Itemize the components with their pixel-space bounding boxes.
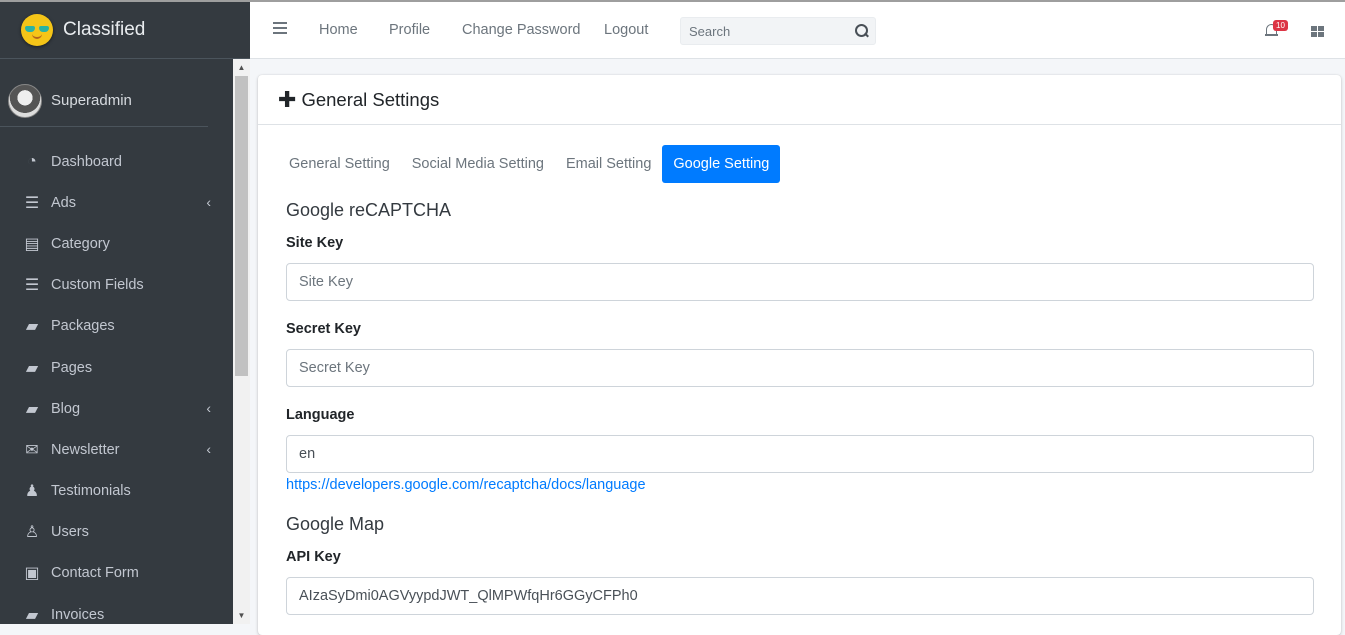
secret-key-input[interactable] bbox=[286, 349, 1314, 387]
search-input[interactable] bbox=[681, 18, 841, 44]
sidebar-item-label: Pages bbox=[51, 359, 93, 376]
bars-icon: ☰ bbox=[24, 194, 40, 212]
card-header: ✚ General Settings bbox=[258, 75, 1341, 125]
sidebar-scroll-area: Superadmin ◔ Dashboard ☰ Ads ‹ ▤ Category ☰ Cust… bbox=[0, 59, 233, 624]
list-icon: ▤ bbox=[24, 235, 40, 253]
sidebar-item-users[interactable]: ♙ Users bbox=[0, 512, 233, 553]
language-input[interactable] bbox=[286, 435, 1314, 473]
sidebar-item-label: Blog bbox=[51, 400, 81, 417]
sidebar-item-dashboard[interactable]: ◔ Dashboard bbox=[0, 141, 233, 182]
api-key-input[interactable] bbox=[286, 577, 1314, 615]
search-icon[interactable] bbox=[855, 24, 869, 38]
top-navbar: Home Profile Change Password Logout 10 bbox=[250, 2, 1345, 59]
google-map-section-title: Google Map bbox=[286, 514, 385, 534]
sidebar-item-custom-fields[interactable]: ☰ Custom Fields bbox=[0, 265, 233, 306]
sidebar-item-label: Ads bbox=[51, 194, 76, 211]
chevron-left-icon[interactable]: ‹ bbox=[206, 194, 211, 210]
sidebar-item-label: Testimonials bbox=[51, 483, 131, 500]
sidebar-item-label: Contact Form bbox=[51, 565, 139, 582]
envelope-icon: ✉ bbox=[25, 441, 39, 459]
sidebar-item-ads[interactable]: ☰ Ads ‹ bbox=[0, 182, 233, 223]
apps-grid-icon[interactable] bbox=[1311, 26, 1324, 37]
sidebar-item-category[interactable]: ▤ Category bbox=[0, 223, 233, 264]
brand-name: Classified bbox=[63, 19, 146, 40]
notification-badge: 10 bbox=[1273, 20, 1288, 31]
chevron-left-icon[interactable]: ‹ bbox=[206, 441, 211, 457]
menu-toggle-icon[interactable] bbox=[273, 22, 287, 34]
nav-logout-link[interactable]: Logout bbox=[604, 22, 648, 38]
sidebar-item-contact-form[interactable]: ▣ Contact Form bbox=[0, 553, 233, 594]
sidebar-item-newsletter[interactable]: ✉ Newsletter ‹ bbox=[0, 429, 233, 470]
sidebar-item-label: Invoices bbox=[51, 606, 105, 623]
dashboard-icon: ◔ bbox=[27, 152, 37, 170]
nav-profile-link[interactable]: Profile bbox=[389, 22, 430, 38]
sidebar-scrollbar[interactable]: ▲ ▼ bbox=[233, 59, 250, 624]
site-key-label: Site Key bbox=[286, 235, 344, 251]
user-icon: ♙ bbox=[24, 524, 40, 542]
nav-change-password-link[interactable]: Change Password bbox=[462, 22, 581, 38]
plus-icon: ✚ bbox=[278, 86, 297, 112]
settings-card: ✚ General Settings General Setting Socia… bbox=[258, 75, 1341, 635]
sidebar-nav: ◔ Dashboard ☰ Ads ‹ ▤ Category ☰ Custom Fields ▰ P… bbox=[0, 141, 233, 624]
brand-logo-icon bbox=[21, 14, 53, 46]
tab-email-setting[interactable]: Email Setting bbox=[555, 145, 662, 183]
scroll-up-arrow-icon[interactable]: ▲ bbox=[233, 59, 250, 76]
sidebar-item-blog[interactable]: ▰ Blog ‹ bbox=[0, 388, 233, 429]
site-key-input[interactable] bbox=[286, 263, 1314, 301]
book-icon: ▰ bbox=[25, 359, 39, 377]
sidebar-item-testimonials[interactable]: ♟ Testimonials bbox=[0, 471, 233, 512]
sidebar-item-invoices[interactable]: ▰ Invoices bbox=[0, 594, 233, 624]
sidebar-item-label: Packages bbox=[51, 318, 115, 335]
book-icon: ▰ bbox=[25, 606, 39, 624]
book-icon: ▰ bbox=[25, 400, 39, 418]
bars-icon: ☰ bbox=[24, 277, 40, 295]
search-box bbox=[680, 17, 876, 45]
chevron-left-icon[interactable]: ‹ bbox=[206, 400, 211, 416]
tab-social-media-setting[interactable]: Social Media Setting bbox=[401, 145, 555, 183]
sidebar-item-label: Newsletter bbox=[51, 441, 120, 458]
user-name: Superadmin bbox=[51, 92, 132, 109]
brand-link[interactable]: Classified bbox=[0, 2, 250, 59]
scroll-down-arrow-icon[interactable]: ▼ bbox=[233, 607, 250, 624]
sidebar-item-label: Custom Fields bbox=[51, 277, 144, 294]
sidebar-item-label: Users bbox=[51, 524, 89, 541]
tab-google-setting[interactable]: Google Setting bbox=[662, 145, 781, 183]
sidebar-item-packages[interactable]: ▰ Packages bbox=[0, 306, 233, 347]
avatar bbox=[8, 83, 42, 118]
language-docs-link[interactable]: https://developers.google.com/recaptcha/… bbox=[286, 477, 646, 493]
language-label: Language bbox=[286, 407, 355, 423]
book-icon: ▰ bbox=[25, 318, 39, 336]
nav-home-link[interactable]: Home bbox=[319, 22, 358, 38]
sidebar: Classified Superadmin ◔ Dashboard ☰ Ads ‹ ▤ Ca… bbox=[0, 2, 250, 624]
sidebar-item-pages[interactable]: ▰ Pages bbox=[0, 347, 233, 388]
user-panel[interactable]: Superadmin bbox=[0, 59, 208, 127]
users-icon: ♟ bbox=[24, 483, 40, 501]
content-area: ✚ General Settings General Setting Socia… bbox=[250, 59, 1345, 635]
recaptcha-section-title: Google reCAPTCHA bbox=[286, 200, 452, 220]
settings-tabs: General Setting Social Media Setting Ema… bbox=[278, 145, 781, 183]
sidebar-item-label: Dashboard bbox=[51, 153, 122, 170]
api-key-label: API Key bbox=[286, 549, 341, 565]
id-card-icon: ▣ bbox=[24, 565, 40, 583]
tab-general-setting[interactable]: General Setting bbox=[278, 145, 401, 183]
secret-key-label: Secret Key bbox=[286, 321, 361, 337]
sidebar-item-label: Category bbox=[51, 235, 110, 252]
page-title: General Settings bbox=[301, 88, 440, 110]
scrollbar-thumb[interactable] bbox=[235, 76, 248, 376]
